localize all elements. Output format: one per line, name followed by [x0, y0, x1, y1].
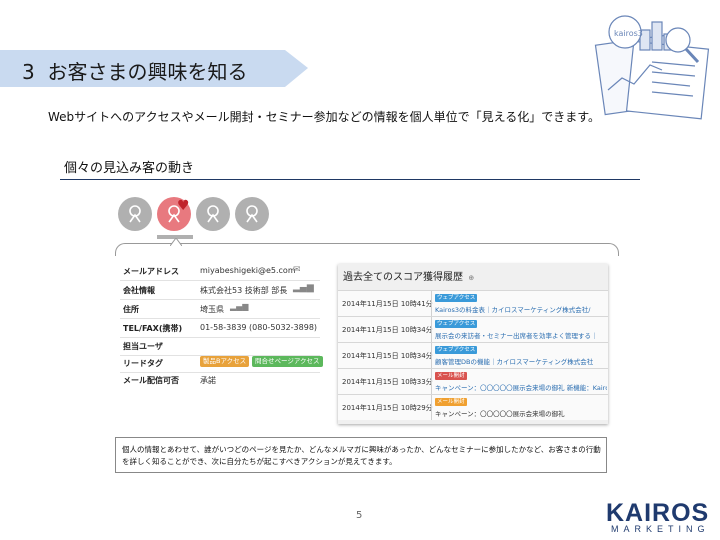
profile-row-tel: TEL/FAX(携帯) 01-58-3839 (080-5032-3898): [120, 319, 320, 338]
illustration-badge-text: kairos3: [614, 29, 643, 38]
history-tag: メール開封: [435, 398, 467, 406]
history-tag: ウェブアクセス: [435, 320, 478, 328]
bracket-pointer: [170, 238, 182, 246]
profile-row-email: メールアドレス miyabeshigeki@e5.com ✉: [120, 262, 320, 281]
analytics-illustration: kairos3: [594, 15, 710, 120]
mail-icon[interactable]: ✉: [293, 265, 301, 275]
heart-icon: ♥: [177, 198, 190, 214]
person-icon[interactable]: [235, 197, 269, 231]
history-tag: ウェブアクセス: [435, 346, 478, 354]
profile-row-company: 会社情報 株式会社53 技術部 部長 ▂▄▆: [120, 281, 320, 300]
signal-icon: ▂▄▆: [293, 283, 314, 293]
history-link[interactable]: キャンペーン：〇〇〇〇〇展示会来場の御礼 新機能：Kairos3の顧客管理機能: [435, 382, 607, 392]
page-title: 3 お客さまの興味を知る: [22, 56, 247, 85]
history-row[interactable]: 2014年11月15日 10時34分 ウェブアクセス 顧客管理DBの機能｜カイロ…: [338, 342, 608, 368]
info-icon[interactable]: ⊕: [466, 274, 474, 282]
logo-subtext: MARKETING: [611, 524, 710, 534]
history-tag: メール開封: [435, 372, 467, 380]
history-row[interactable]: 2014年11月15日 10時29分 メール開封 キャンペーン：〇〇〇〇〇展示会…: [338, 394, 608, 420]
person-icon[interactable]: [196, 197, 230, 231]
history-row[interactable]: 2014年11月15日 10時34分 ウェブアクセス 展示会の来訪者・セミナー出…: [338, 316, 608, 342]
history-link[interactable]: 顧客管理DBの機能｜カイロスマーケティング株式会社: [435, 356, 607, 366]
section-heading: 個々の見込み客の動き: [64, 161, 195, 176]
signal-icon: ▂▄▆: [230, 302, 249, 311]
lead-tag[interactable]: 問合せページアクセス: [252, 356, 323, 367]
history-row[interactable]: 2014年11月15日 10時41分 ウェブアクセス Kairos3の料金表｜カ…: [338, 290, 608, 316]
history-link[interactable]: Kairos3の料金表｜カイロスマーケティング株式会社/: [435, 304, 607, 314]
person-icon[interactable]: [118, 197, 152, 231]
profile-row-address: 住所 埼玉県 ▂▄▆: [120, 300, 320, 319]
section-divider: [60, 179, 640, 180]
history-row[interactable]: 2014年11月15日 10時33分 メール開封 キャンペーン：〇〇〇〇〇展示会…: [338, 368, 608, 394]
subtitle: Webサイトへのアクセスやメール開封・セミナー参加などの情報を個人単位で「見える…: [48, 110, 601, 124]
title-number: 3: [22, 60, 35, 84]
history-tag: ウェブアクセス: [435, 294, 478, 302]
page-number: 5: [356, 510, 363, 521]
history-title: 過去全てのスコア獲得履歴 ⊕: [343, 272, 475, 283]
note-text: 個人の情報とあわせて、誰がいつどのページを見たか、どんなメルマガに興味があったか…: [122, 445, 601, 466]
history-link[interactable]: キャンペーン：〇〇〇〇〇展示会来場の御礼: [435, 408, 607, 418]
history-link[interactable]: 展示会の来訪者・セミナー出席者を効率よく管理する｜: [435, 330, 607, 340]
lead-tag[interactable]: 製品Bアクセス: [200, 356, 250, 367]
profile-row-mail-permission: メール配信可否 承諾: [123, 376, 216, 385]
title-text: お客さまの興味を知る: [47, 60, 248, 84]
